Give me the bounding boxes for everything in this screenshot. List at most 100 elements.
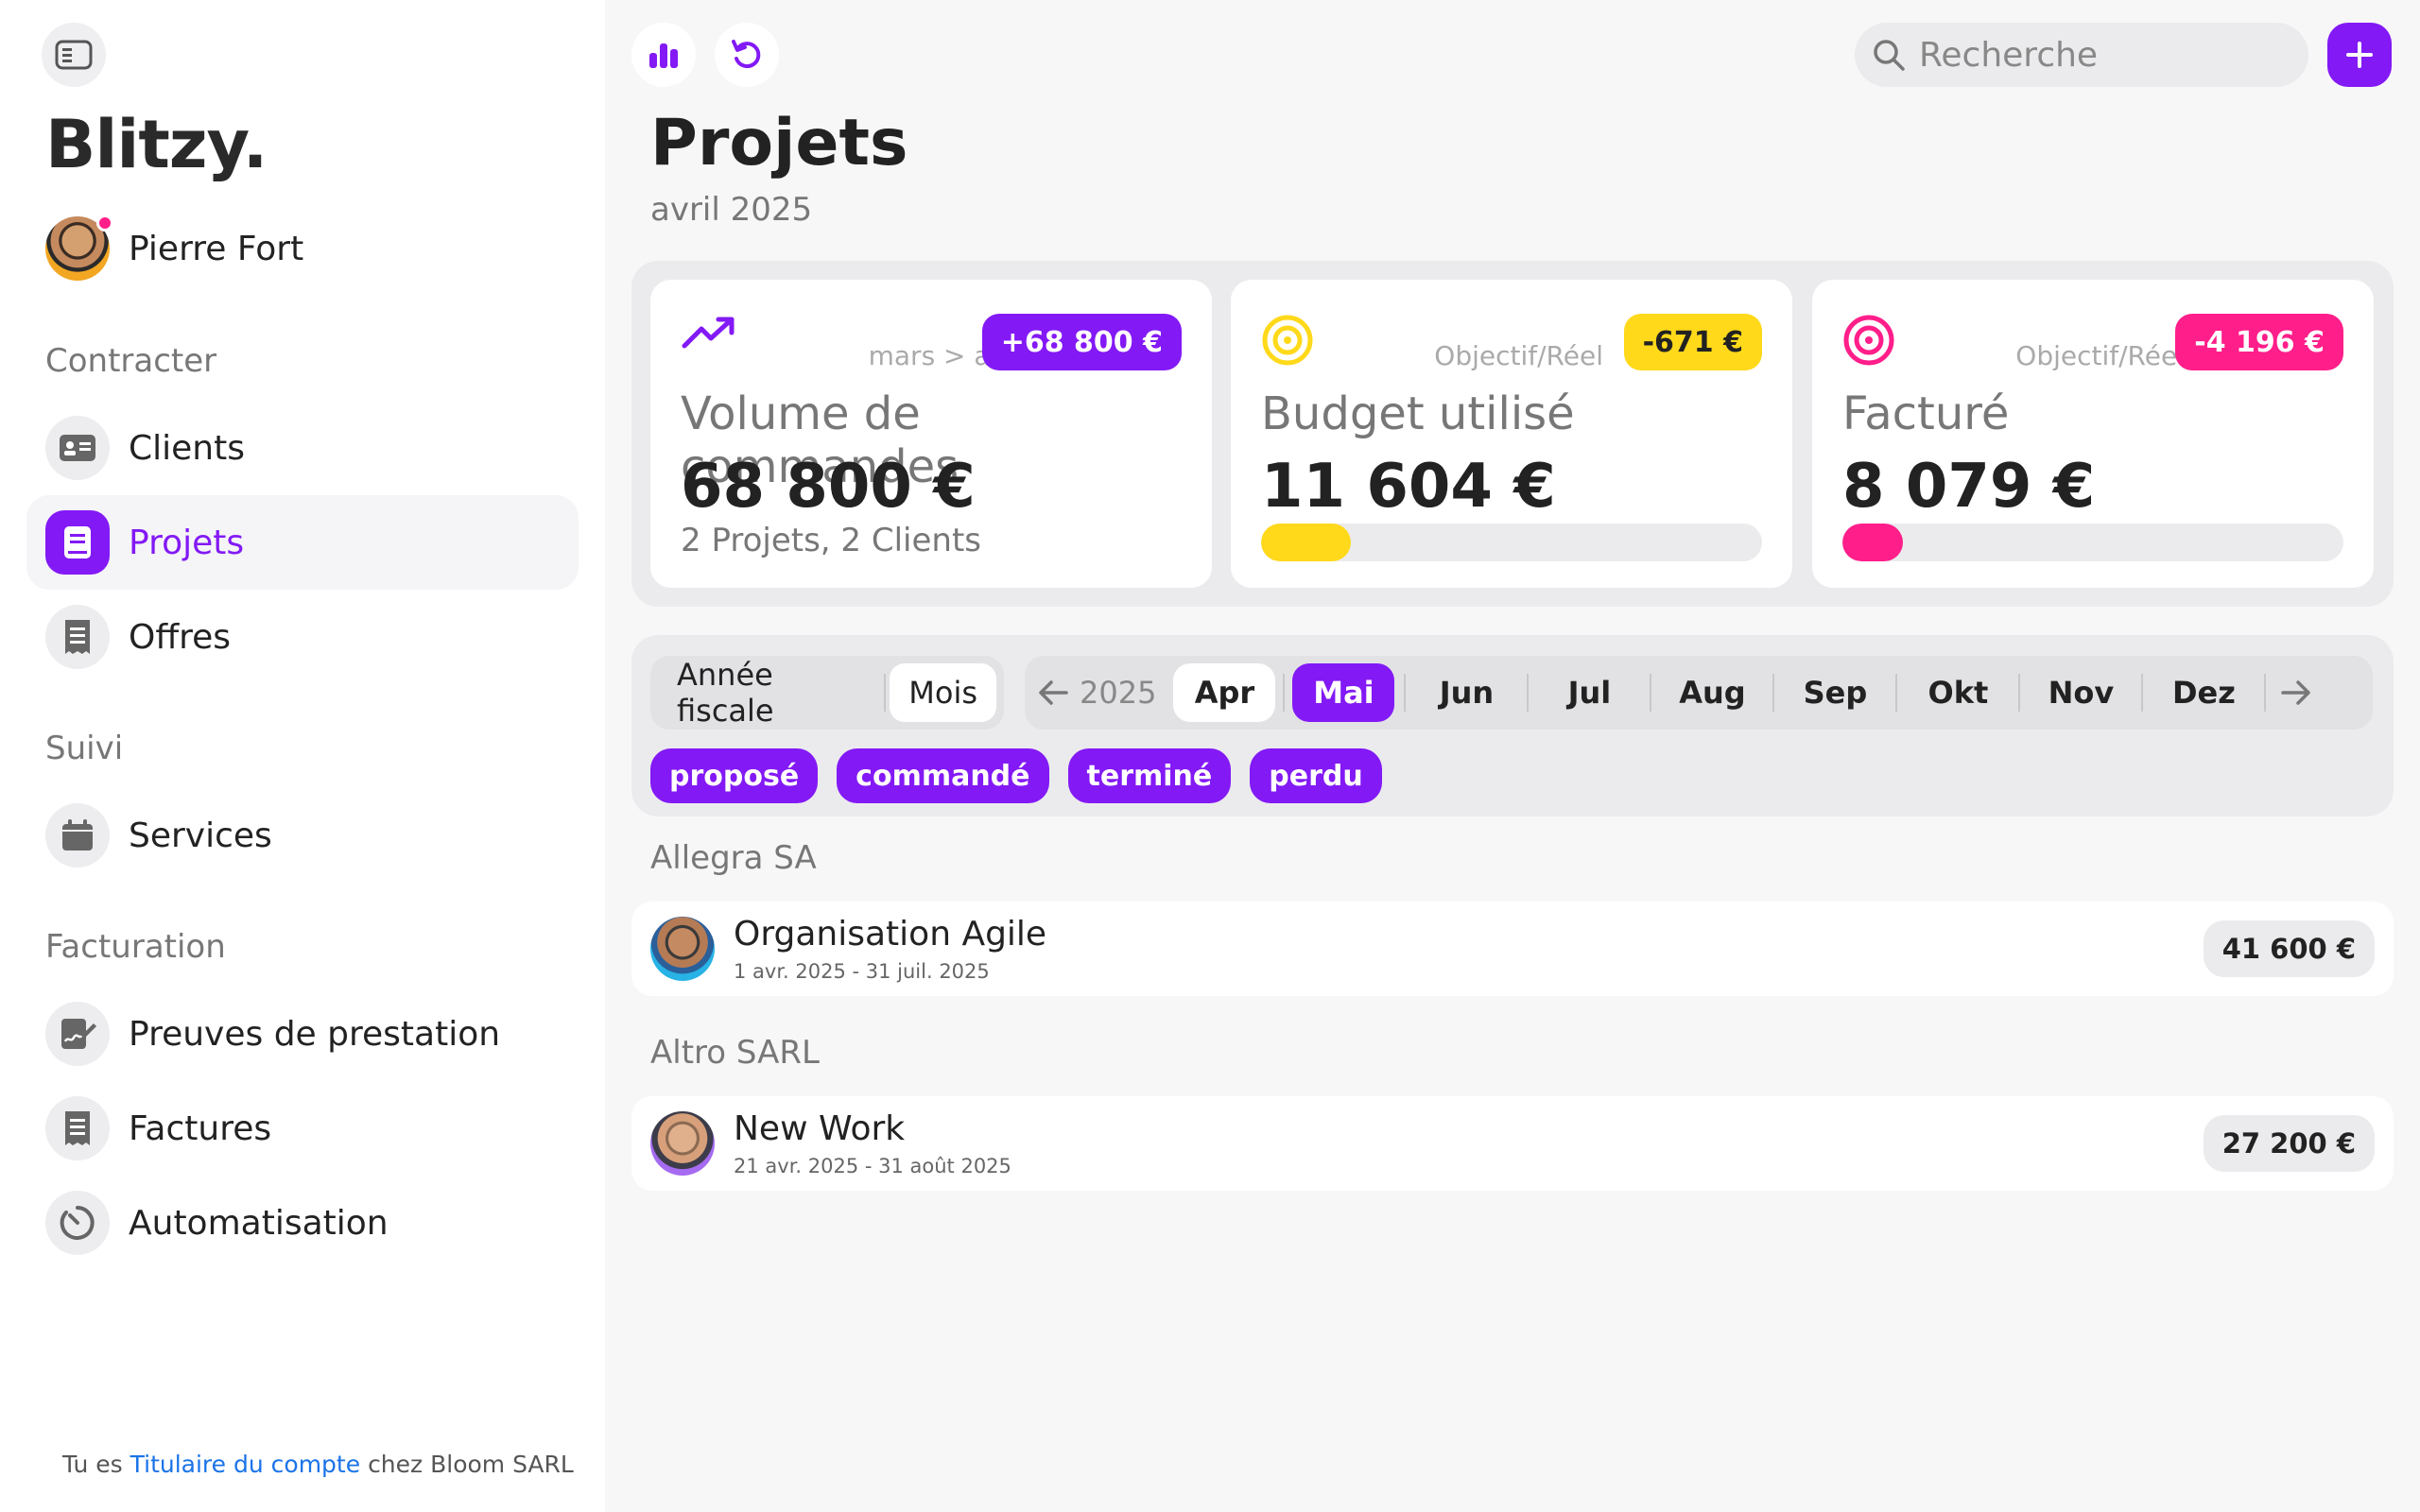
status-chip-propose[interactable]: proposé bbox=[650, 748, 819, 803]
period-mode-toggle: Année fiscale Mois bbox=[650, 656, 1004, 730]
calendar-icon bbox=[45, 803, 110, 868]
receipt-icon bbox=[45, 605, 110, 669]
month-dez[interactable]: Dez bbox=[2152, 663, 2255, 722]
kpi-badge: -671 € bbox=[1623, 314, 1762, 370]
user-profile[interactable]: Pierre Fort bbox=[45, 215, 303, 282]
notification-dot bbox=[96, 215, 113, 232]
month-jul[interactable]: Jul bbox=[1538, 663, 1640, 722]
sidebar-item-label: Projets bbox=[129, 523, 245, 562]
page-subtitle: avril 2025 bbox=[650, 191, 813, 229]
kpi-badge: -4 196 € bbox=[2175, 314, 2343, 370]
kpi-title: Budget utilisé bbox=[1261, 387, 1575, 440]
search-input[interactable] bbox=[1919, 35, 2278, 75]
kpi-value: 68 800 € bbox=[681, 452, 976, 522]
brand-logo[interactable]: Blitzy. bbox=[45, 106, 268, 183]
divider bbox=[1283, 674, 1286, 712]
add-button[interactable] bbox=[2327, 23, 2392, 87]
month-mai[interactable]: Mai bbox=[1292, 663, 1395, 722]
project-name: New Work bbox=[734, 1109, 906, 1148]
sidebar-item-preuves-de-prestation[interactable]: Preuves de prestation bbox=[26, 987, 579, 1081]
status-filter-chips: proposé commandé terminé perdu bbox=[650, 748, 1382, 803]
client-group-title[interactable]: Altro SARL bbox=[650, 1034, 820, 1072]
kpi-badge: +68 800 € bbox=[981, 314, 1182, 370]
sidebar-item-projets[interactable]: Projets bbox=[26, 495, 579, 590]
month-apr[interactable]: Apr bbox=[1173, 663, 1276, 722]
sidebar-item-clients[interactable]: Clients bbox=[26, 401, 579, 495]
avatar bbox=[650, 1111, 715, 1176]
search-bar[interactable] bbox=[1855, 23, 2308, 87]
bar-chart-icon bbox=[649, 43, 678, 68]
status-chip-perdu[interactable]: perdu bbox=[1250, 748, 1382, 803]
sidebar-item-label: Services bbox=[129, 816, 272, 855]
project-dates: 21 avr. 2025 - 31 août 2025 bbox=[734, 1155, 1011, 1177]
section-title-facturation: Facturation bbox=[45, 928, 226, 966]
invoiced-progress-fill bbox=[1842, 524, 1903, 561]
client-group-title[interactable]: Allegra SA bbox=[650, 839, 817, 877]
month-sep[interactable]: Sep bbox=[1784, 663, 1886, 722]
divider bbox=[1772, 674, 1775, 712]
budget-progress-bar bbox=[1261, 524, 1762, 561]
kpi-card-invoiced[interactable]: Objectif/Réel -4 196 € Facturé 8 079 € bbox=[1812, 280, 2374, 588]
sidebar: Blitzy. Pierre Fort Contracter Clients P… bbox=[0, 0, 605, 1512]
period-mode-fiscal-year[interactable]: Année fiscale bbox=[658, 657, 880, 729]
target-icon bbox=[1261, 314, 1314, 370]
kpi-title: Facturé bbox=[1842, 387, 2010, 440]
account-note: Tu es Titulaire du compte chez Bloom SAR… bbox=[62, 1451, 574, 1478]
account-note-suffix: chez Bloom SARL bbox=[368, 1451, 574, 1478]
sidebar-item-offres[interactable]: Offres bbox=[26, 590, 579, 684]
project-row[interactable]: New Work 21 avr. 2025 - 31 août 2025 27 … bbox=[631, 1096, 2394, 1191]
account-note-prefix: Tu es bbox=[62, 1451, 123, 1478]
kpi-value: 11 604 € bbox=[1261, 452, 1556, 522]
divider bbox=[1527, 674, 1530, 712]
sidebar-item-label: Preuves de prestation bbox=[129, 1014, 501, 1054]
divider bbox=[1650, 674, 1652, 712]
month-aug[interactable]: Aug bbox=[1661, 663, 1763, 722]
status-chip-commande[interactable]: commandé bbox=[837, 748, 1049, 803]
section-title-contracter: Contracter bbox=[45, 342, 217, 380]
divider bbox=[2141, 674, 2144, 712]
avatar bbox=[45, 215, 113, 281]
chart-view-button[interactable] bbox=[631, 23, 696, 87]
period-mode-month[interactable]: Mois bbox=[890, 663, 996, 722]
trending-up-icon bbox=[681, 314, 737, 355]
year-label: 2025 bbox=[1080, 675, 1157, 711]
sidebar-item-factures[interactable]: Factures bbox=[26, 1081, 579, 1176]
project-amount: 27 200 € bbox=[2203, 1115, 2375, 1172]
reset-button[interactable] bbox=[715, 23, 779, 87]
page-title: Projets bbox=[650, 106, 908, 180]
project-amount: 41 600 € bbox=[2203, 920, 2375, 977]
next-period-button[interactable] bbox=[2275, 663, 2317, 722]
sidebar-item-services[interactable]: Services bbox=[26, 788, 579, 883]
month-nov[interactable]: Nov bbox=[2030, 663, 2132, 722]
undo-icon bbox=[732, 40, 761, 69]
plus-icon bbox=[2346, 42, 2373, 68]
project-name: Organisation Agile bbox=[734, 915, 1047, 954]
month-okt[interactable]: Okt bbox=[1907, 663, 2009, 722]
user-name: Pierre Fort bbox=[129, 229, 304, 268]
previous-period-button[interactable] bbox=[1032, 663, 1074, 722]
divider bbox=[1895, 674, 1898, 712]
divider bbox=[884, 674, 887, 712]
sidebar-item-label: Offres bbox=[129, 617, 232, 657]
kpi-card-budget[interactable]: Objectif/Réel -671 € Budget utilisé 11 6… bbox=[1231, 280, 1792, 588]
invoiced-progress-bar bbox=[1842, 524, 2343, 561]
sidebar-toggle-button[interactable] bbox=[42, 23, 106, 87]
kpi-card-orders[interactable]: mars > avr. +68 800 € Volume de commande… bbox=[650, 280, 1212, 588]
status-chip-termine[interactable]: terminé bbox=[1067, 748, 1232, 803]
project-row[interactable]: Organisation Agile 1 avr. 2025 - 31 juil… bbox=[631, 902, 2394, 996]
section-title-suivi: Suivi bbox=[45, 730, 124, 767]
month-selector: 2025 Apr Mai Jun Jul Aug Sep Okt Nov Dez bbox=[1025, 656, 2373, 730]
invoice-icon bbox=[45, 1096, 110, 1160]
sidebar-item-label: Clients bbox=[129, 428, 245, 468]
divider bbox=[1404, 674, 1407, 712]
kpi-compare-label: Objectif/Réel bbox=[2015, 340, 2185, 371]
account-role-link[interactable]: Titulaire du compte bbox=[130, 1451, 360, 1478]
month-jun[interactable]: Jun bbox=[1415, 663, 1517, 722]
target-icon bbox=[1842, 314, 1895, 370]
filter-panel: Année fiscale Mois 2025 Apr Mai Jun Jul … bbox=[631, 635, 2394, 816]
kpi-panel: mars > avr. +68 800 € Volume de commande… bbox=[631, 261, 2394, 607]
id-card-icon bbox=[45, 416, 110, 480]
budget-progress-fill bbox=[1261, 524, 1352, 561]
search-icon bbox=[1874, 40, 1905, 71]
sidebar-item-automatisation[interactable]: Automatisation bbox=[26, 1176, 579, 1270]
